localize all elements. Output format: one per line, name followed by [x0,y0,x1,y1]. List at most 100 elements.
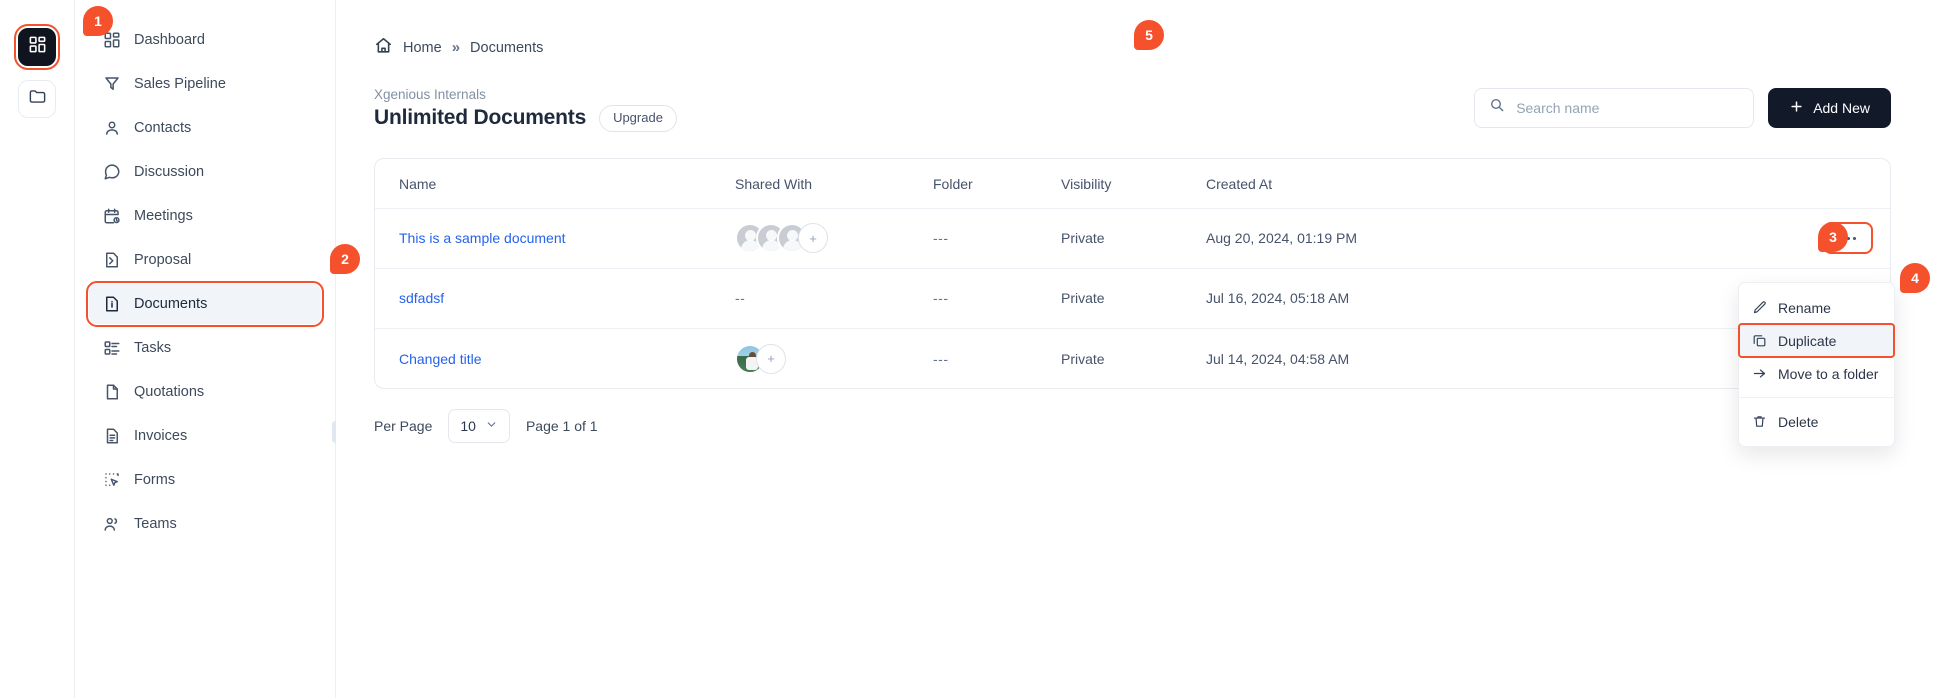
document-link[interactable]: sdfadsf [399,290,444,306]
cell-visibility: Private [1061,268,1206,329]
rail-folder-button[interactable] [18,80,56,118]
page-title: Unlimited Documents [374,106,587,130]
per-page-select[interactable]: 10 [448,409,510,444]
cell-shared-with: + [735,208,933,269]
copy-icon [1752,333,1767,348]
sidebar-item-forms[interactable]: Forms [89,460,321,500]
sidebar-item-label: Dashboard [134,32,205,48]
sidebar-item-label: Tasks [134,340,172,356]
form-pointer-icon [103,471,121,489]
breadcrumb-current: Documents [470,39,544,56]
document-link[interactable]: Changed title [399,351,482,367]
avatar-more-button[interactable]: + [798,223,828,254]
sidebar-item-label: Meetings [134,208,193,224]
cell-folder: --- [933,350,949,367]
cell-created-at: Aug 20, 2024, 01:19 PM [1206,208,1506,269]
page-info: Page 1 of 1 [525,418,598,435]
pagination-left: Per Page 10 Page 1 of 1 [374,409,598,444]
cell-folder: --- [933,268,1061,329]
add-new-label: Add New [1813,99,1870,116]
sidebar-item-dashboard[interactable]: Dashboard [89,20,321,60]
cell-visibility: Private [1061,208,1206,269]
avatar-more-button[interactable]: + [756,343,786,374]
menu-item-label: Move to a folder [1778,365,1879,382]
breadcrumb-separator: » [451,39,461,56]
sidebar-item-meetings[interactable]: Meetings [89,196,321,236]
sidebar-item-label: Documents [134,296,208,312]
sidebar-item-label: Teams [134,516,177,532]
workspace-name: Xgenious Internals [374,87,486,102]
sidebar: Dashboard Sales Pipeline Contacts Discus… [74,0,339,698]
menu-item-label: Duplicate [1778,332,1837,349]
sidebar-item-quotations[interactable]: Quotations [89,372,321,412]
user-icon [103,119,121,137]
table-footer: Per Page 10 Page 1 of 1 [374,409,1891,444]
grid-apps-icon [28,35,47,59]
file-icon [103,383,121,401]
sidebar-item-label: Proposal [134,252,192,268]
page-header: Xgenious Internals Unlimited Documents U… [336,59,1943,132]
document-link[interactable]: This is a sample document [399,230,566,246]
menu-item-delete[interactable]: Delete [1739,405,1894,438]
documents-table-card: Name Shared With Folder Visibility Creat… [374,157,1891,390]
menu-divider [1739,397,1894,398]
file-lines-icon [103,427,121,445]
column-header-actions [1506,158,1890,209]
list-checks-icon [103,339,121,357]
column-header-shared-with: Shared With [735,158,933,209]
table-row: Changed title + --- Private Jul 14, 2024… [375,328,1890,388]
per-page-value: 10 [460,418,476,435]
rail-apps-button[interactable] [14,24,60,70]
search-input[interactable] [1516,99,1740,116]
chat-bubble-icon [103,163,121,181]
menu-item-rename[interactable]: Rename [1739,291,1894,324]
sidebar-item-sales-pipeline[interactable]: Sales Pipeline [89,64,321,104]
chevron-down-icon [485,418,498,434]
page-header-titles: Xgenious Internals Unlimited Documents U… [374,87,677,132]
breadcrumb-home-link[interactable]: Home [403,40,442,56]
search-icon [1489,97,1505,118]
cell-visibility: Private [1061,350,1105,367]
row-context-menu: Rename Duplicate Move to a folder Delete [1738,282,1895,447]
documents-table: Name Shared With Folder Visibility Creat… [375,158,1890,389]
sidebar-item-invoices[interactable]: Invoices [89,416,321,456]
sidebar-item-discussion[interactable]: Discussion [89,152,321,192]
users-icon [103,515,121,533]
sidebar-item-label: Discussion [134,164,205,180]
sidebar-item-documents[interactable]: Documents [86,281,324,327]
home-icon [374,36,393,59]
marker-2: 2 [330,244,360,274]
sidebar-item-label: Invoices [134,428,188,444]
sidebar-item-teams[interactable]: Teams [89,504,321,544]
app-root: Dashboard Sales Pipeline Contacts Discus… [0,0,1943,698]
sidebar-item-proposal[interactable]: Proposal [89,240,321,280]
sidebar-item-label: Sales Pipeline [134,76,226,92]
sidebar-item-contacts[interactable]: Contacts [89,108,321,148]
menu-item-label: Rename [1778,299,1831,316]
menu-item-duplicate[interactable]: Duplicate [1738,323,1895,358]
funnel-icon [103,75,121,93]
sidebar-item-tasks[interactable]: Tasks [89,328,321,368]
table-body: This is a sample document + --- Private [375,208,1890,388]
file-signature-icon [103,251,121,269]
menu-item-move-to-folder[interactable]: Move to a folder [1739,357,1894,390]
avatar-group: + [735,343,933,374]
table-row: sdfadsf -- --- Private Jul 16, 2024, 05:… [375,268,1890,329]
upgrade-badge[interactable]: Upgrade [599,105,677,132]
add-new-button[interactable]: Add New [1768,87,1891,128]
table-header-row: Name Shared With Folder Visibility Creat… [375,158,1890,209]
per-page-label: Per Page [374,418,433,435]
main-content: Home » Documents Xgenious Internals Unli… [336,0,1943,698]
cell-folder: --- [933,208,1061,269]
calendar-clock-icon [103,207,121,225]
column-header-created-at: Created At [1206,158,1506,209]
sidebar-item-label: Forms [134,472,176,488]
menu-item-label: Delete [1778,413,1819,430]
folder-icon [28,87,47,111]
column-header-visibility: Visibility [1061,158,1206,209]
cell-shared-with: -- [735,268,933,329]
search-box[interactable] [1474,87,1755,128]
title-line: Unlimited Documents Upgrade [374,105,677,132]
icon-rail [0,0,74,698]
sidebar-item-label: Contacts [134,120,192,136]
